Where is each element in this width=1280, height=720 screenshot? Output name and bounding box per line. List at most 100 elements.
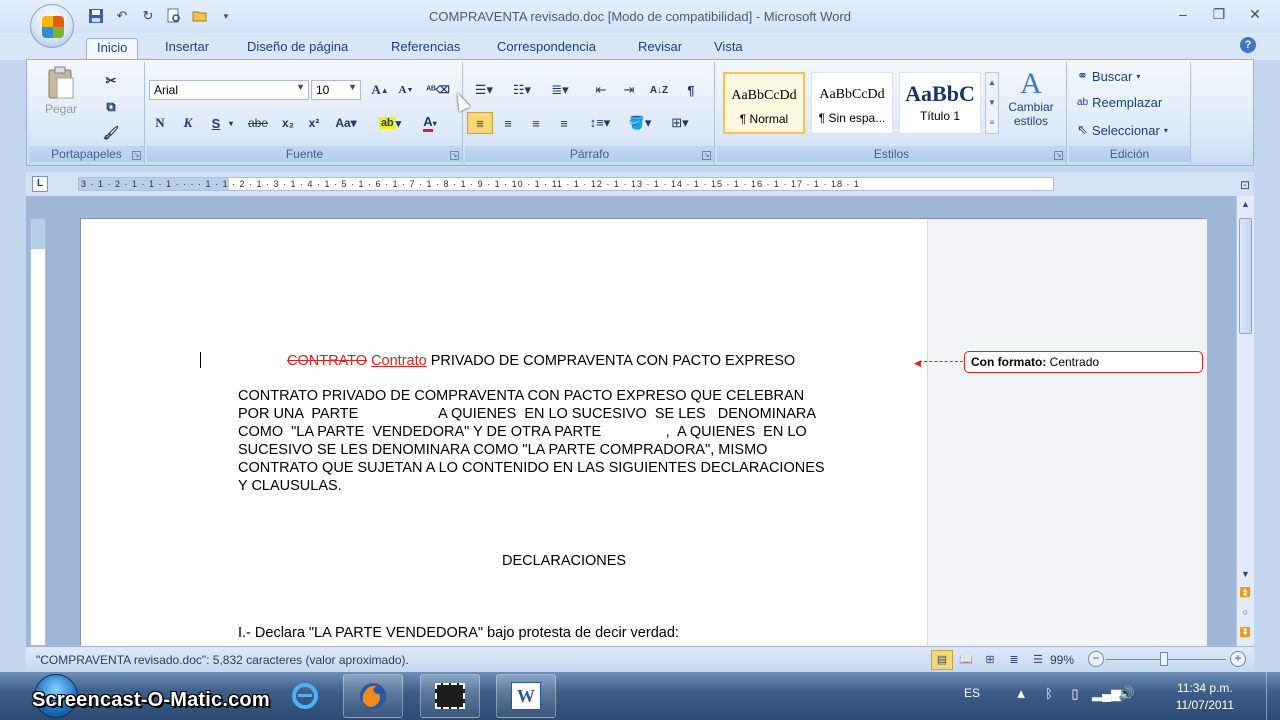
language-indicator[interactable]: ES <box>964 686 980 700</box>
font-launcher-icon[interactable]: ↘ <box>450 151 459 160</box>
bold-icon[interactable]: N <box>149 112 171 134</box>
tab-vista[interactable]: Vista <box>704 38 753 60</box>
zoom-level[interactable]: 99% <box>1050 653 1074 667</box>
show-desktop-button[interactable] <box>1266 672 1280 720</box>
zoom-in-icon[interactable]: + <box>1230 651 1246 667</box>
network-icon[interactable]: ▂▄▆ <box>1092 686 1121 704</box>
print-layout-icon[interactable]: ▤ <box>931 650 953 670</box>
sort-icon[interactable]: A↓Z <box>647 79 671 101</box>
browse-object-icon[interactable]: ○ <box>1237 604 1254 620</box>
shading-icon[interactable]: 🪣▾ <box>623 112 657 134</box>
bluetooth-icon[interactable]: ᛒ <box>1040 686 1058 704</box>
styles-label: Estilos <box>717 146 1066 162</box>
paragraph-launcher-icon[interactable]: ↘ <box>702 151 711 160</box>
subscript-icon[interactable]: x₂ <box>277 112 299 134</box>
volume-icon[interactable]: 🔊 <box>1118 686 1136 704</box>
font-color-icon[interactable]: A ▾ <box>413 112 447 134</box>
align-center-icon[interactable]: ≡ <box>495 112 521 134</box>
select-button[interactable]: ⇖ Seleccionar ▾ <box>1077 122 1168 138</box>
tab-inicio[interactable]: Inicio <box>86 38 139 60</box>
underline-icon[interactable]: S <box>205 112 227 134</box>
clear-format-icon[interactable]: ᴬᴮ⌫ <box>426 79 450 101</box>
document-title[interactable]: CONTRATO Contrato PRIVADO DE COMPRAVENTA… <box>287 352 795 370</box>
outline-icon[interactable]: ≣ <box>1003 650 1025 670</box>
increase-indent-icon[interactable]: ⇥ <box>617 79 641 101</box>
cut-icon[interactable]: ✂ <box>99 70 123 92</box>
firefox-icon[interactable] <box>343 674 403 718</box>
line-spacing-icon[interactable]: ↕≡▾ <box>583 112 617 134</box>
clock[interactable]: 11:34 p.m. 11/07/2011 <box>1176 680 1234 714</box>
scroll-up-icon[interactable]: ▲ <box>1237 196 1254 212</box>
styles-scroll[interactable]: ▲ ▼ ≡ <box>985 72 999 134</box>
grow-font-icon[interactable]: A ▲ <box>369 79 391 101</box>
style-sample: AaBbCcDd <box>819 87 885 102</box>
previous-page-icon[interactable]: ⏫ <box>1237 584 1254 600</box>
restore-icon[interactable]: ❐ <box>1202 2 1236 26</box>
multilevel-list-icon[interactable]: ≣▾ <box>545 79 575 101</box>
show-hidden-icon[interactable]: ▲ <box>1012 686 1030 704</box>
align-right-icon[interactable]: ≡ <box>523 112 549 134</box>
full-screen-reading-icon[interactable]: 📖 <box>955 650 977 670</box>
text-caret <box>200 352 201 368</box>
tab-correspondencia[interactable]: Correspondencia <box>487 38 606 60</box>
show-marks-icon[interactable]: ¶ <box>679 79 703 101</box>
justify-icon[interactable]: ≡ <box>551 112 577 134</box>
next-page-icon[interactable]: ⏬ <box>1237 624 1254 640</box>
minimize-icon[interactable]: – <box>1166 2 1200 26</box>
copy-icon[interactable]: ⧉ <box>99 96 123 118</box>
chevron-down-icon[interactable]: ▾ <box>225 112 237 134</box>
battery-icon[interactable]: ▯ <box>1066 686 1084 704</box>
scroll-down-icon[interactable]: ▼ <box>1237 566 1254 582</box>
document-page[interactable]: CONTRATO Contrato PRIVADO DE COMPRAVENTA… <box>80 218 1207 646</box>
tab-referencias[interactable]: Referencias <box>381 38 470 60</box>
vertical-ruler[interactable] <box>30 218 46 646</box>
tab-insertar[interactable]: Insertar <box>155 38 219 60</box>
declaration-item[interactable]: I.- Declara "LA PARTE VENDEDORA" bajo pr… <box>238 624 679 642</box>
change-case-icon[interactable]: Aa▾ <box>331 112 361 134</box>
numbering-icon[interactable]: ☷▾ <box>507 79 537 101</box>
replace-button[interactable]: ab Reemplazar <box>1077 95 1162 110</box>
find-button[interactable]: ⚭ Buscar ▾ <box>1077 68 1140 84</box>
format-painter-icon[interactable]: 🖌 <box>99 122 123 144</box>
web-layout-icon[interactable]: ⊞ <box>979 650 1001 670</box>
font-size-combo[interactable]: 10 ▼ <box>311 80 361 100</box>
zoom-slider-thumb[interactable] <box>1160 652 1168 666</box>
zoom-out-icon[interactable]: − <box>1088 651 1104 667</box>
align-left-icon[interactable]: ≡ <box>467 112 493 134</box>
scroll-thumb[interactable] <box>1239 218 1252 334</box>
ie-icon[interactable] <box>275 674 335 718</box>
draft-icon[interactable]: ☰ <box>1027 650 1049 670</box>
highlight-icon[interactable]: ab ▾ <box>373 112 407 134</box>
section-heading[interactable]: DECLARACIONES <box>502 552 626 570</box>
vertical-scrollbar[interactable]: ▲ ▼ ⏫ ○ ⏬ <box>1236 196 1254 646</box>
style-heading-1[interactable]: AaBbC Título 1 <box>899 72 981 134</box>
bullets-icon[interactable]: ☰▾ <box>469 79 499 101</box>
view-ruler-icon[interactable]: ⊡ <box>1237 178 1253 194</box>
decrease-indent-icon[interactable]: ⇤ <box>589 79 613 101</box>
font-name-combo[interactable]: Arial ▼ <box>149 80 309 100</box>
word-icon[interactable]: W <box>496 674 556 718</box>
style-normal[interactable]: AaBbCcDd ¶ Normal <box>723 72 805 134</box>
shrink-font-icon[interactable]: A ▼ <box>395 79 417 101</box>
office-button[interactable] <box>30 4 74 48</box>
horizontal-ruler[interactable]: 3 · 1 · 2 · 1 · 1 · 1 · · · · 1 · 1 · 2 … <box>78 177 1054 191</box>
screen-capture-icon[interactable] <box>420 674 480 718</box>
chevron-down-icon: ▾ <box>1163 125 1168 135</box>
paragraph-1[interactable]: CONTRATO PRIVADO DE COMPRAVENTA CON PACT… <box>238 387 825 495</box>
clipboard-launcher-icon[interactable]: ↘ <box>132 151 141 160</box>
styles-launcher-icon[interactable]: ↘ <box>1054 151 1063 160</box>
style-no-spacing[interactable]: AaBbCcDd ¶ Sin espa... <box>811 72 893 134</box>
format-balloon[interactable]: Con formato: Centrado <box>964 351 1203 373</box>
italic-icon[interactable]: K <box>177 112 199 134</box>
tab-revisar[interactable]: Revisar <box>628 38 692 60</box>
borders-icon[interactable]: ⊞▾ <box>663 112 697 134</box>
change-styles-button[interactable]: A Cambiar estilos <box>1003 68 1059 129</box>
help-icon[interactable]: ? <box>1240 37 1256 53</box>
superscript-icon[interactable]: x² <box>303 112 325 134</box>
close-icon[interactable]: ✕ <box>1238 2 1272 26</box>
tab-selector[interactable]: L <box>32 176 48 192</box>
paste-button[interactable]: Pegar <box>37 66 85 116</box>
tab-diseno-pagina[interactable]: Diseño de página <box>237 38 358 60</box>
strikethrough-icon[interactable]: abe <box>245 112 271 134</box>
binoculars-icon: ⚭ <box>1077 68 1088 83</box>
